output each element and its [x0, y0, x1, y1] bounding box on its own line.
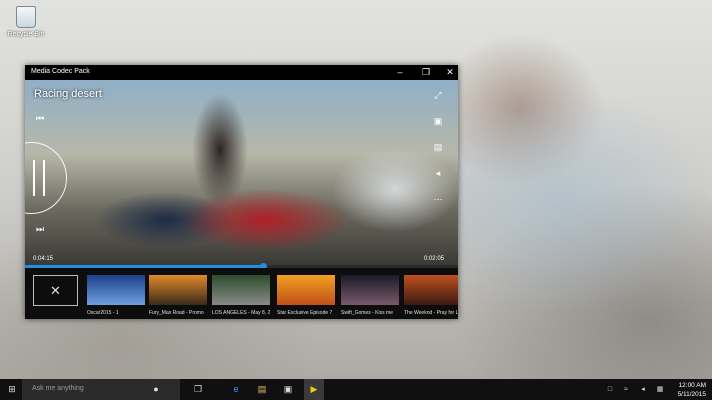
previous-icon[interactable]: ⏮ — [33, 112, 47, 124]
maximize-button[interactable]: ❐ — [420, 67, 432, 78]
playlist-item[interactable]: Swift_Gomes - Kiss me — [341, 275, 399, 316]
notification-icon[interactable]: □ — [604, 379, 616, 400]
volume-icon[interactable]: ◂ — [431, 167, 445, 179]
playlist-thumbnail — [87, 275, 145, 305]
playlist-thumbnail — [149, 275, 207, 305]
task-view-icon[interactable]: ❐ — [190, 379, 206, 400]
taskbar: ⊞ Ask me anything ● ❐ e ▤ ▣ ▶ □ ≈ ◂ ▦ 12… — [0, 379, 712, 400]
document-icon[interactable]: ▣ — [431, 115, 445, 127]
playlist-thumbnail — [277, 275, 335, 305]
recycle-bin-icon — [16, 6, 36, 28]
pause-icon — [33, 160, 35, 196]
language-icon[interactable]: ▦ — [654, 379, 666, 400]
start-button[interactable]: ⊞ — [4, 379, 20, 400]
search-placeholder: Ask me anything — [32, 385, 84, 392]
microphone-icon[interactable]: ● — [150, 379, 162, 400]
close-button[interactable]: ✕ — [444, 67, 456, 78]
playlist-caption: Oscar2015 - 1 — [87, 310, 119, 316]
time-elapsed: 0:04:15 — [33, 256, 54, 262]
close-playlist-button[interactable]: ✕ — [33, 275, 78, 306]
playlist-caption: The Weeknd - Pray for L — [404, 310, 458, 316]
pause-icon-bar — [43, 160, 45, 196]
playlist-thumbnail — [212, 275, 270, 305]
search-box[interactable]: Ask me anything ● — [22, 379, 180, 400]
playlist-strip: ✕ Oscar2015 - 1 Fury_Max Road - Promo LO… — [25, 268, 458, 319]
clock[interactable]: 12:00 AM 5/11/2015 — [678, 381, 706, 399]
volume-tray-icon[interactable]: ◂ — [637, 379, 649, 400]
playlist-item[interactable]: The Weeknd - Pray for L — [404, 275, 458, 316]
playlist-thumbnail — [341, 275, 399, 305]
playlist-item[interactable]: Fury_Max Road - Promo — [149, 275, 207, 316]
playlist-item[interactable]: LOS ANGELES - May 8, 2007 — [212, 275, 270, 316]
folder-icon[interactable]: ▤ — [431, 141, 445, 153]
more-icon[interactable]: ⋯ — [431, 193, 445, 205]
minimize-button[interactable]: – — [394, 67, 406, 78]
window-title: Media Codec Pack — [31, 68, 90, 75]
file-explorer-icon[interactable]: ▤ — [254, 379, 270, 400]
play-pause-ring[interactable] — [25, 142, 67, 214]
media-player-window: Media Codec Pack – ❐ ✕ Racing desert ⏮ ⏭… — [25, 65, 458, 319]
time-remaining: 0:02:05 — [423, 256, 444, 262]
playlist-thumbnail — [404, 275, 458, 305]
store-icon[interactable]: ▣ — [280, 379, 296, 400]
playlist-caption: Star Exclusive Episode 7 — [277, 310, 333, 316]
playlist-item[interactable]: Oscar2015 - 1 — [87, 275, 145, 316]
title-bar[interactable]: Media Codec Pack – ❐ ✕ — [25, 65, 458, 80]
playlist-item[interactable]: Star Exclusive Episode 7 — [277, 275, 335, 316]
recycle-bin[interactable]: Recycle Bin — [6, 6, 46, 38]
playlist-caption: Fury_Max Road - Promo — [149, 310, 204, 316]
clock-time: 12:00 AM — [678, 382, 706, 389]
playlist-caption: LOS ANGELES - May 8, 2007 — [212, 310, 270, 316]
media-player-taskbar-icon[interactable]: ▶ — [304, 379, 324, 400]
wifi-icon[interactable]: ≈ — [620, 379, 632, 400]
fullscreen-icon[interactable]: ⤢ — [431, 89, 445, 101]
next-icon[interactable]: ⏭ — [33, 223, 47, 235]
clock-date: 5/11/2015 — [677, 391, 706, 398]
browser-icon[interactable]: e — [228, 379, 244, 400]
playlist-caption: Swift_Gomes - Kiss me — [341, 310, 393, 316]
video-area[interactable]: Racing desert ⏮ ⏭ ⤢ ▣ ▤ ◂ ⋯ 0:04:15 0:02… — [25, 80, 458, 265]
video-title: Racing desert — [34, 88, 102, 100]
recycle-bin-label: Recycle Bin — [7, 31, 45, 38]
